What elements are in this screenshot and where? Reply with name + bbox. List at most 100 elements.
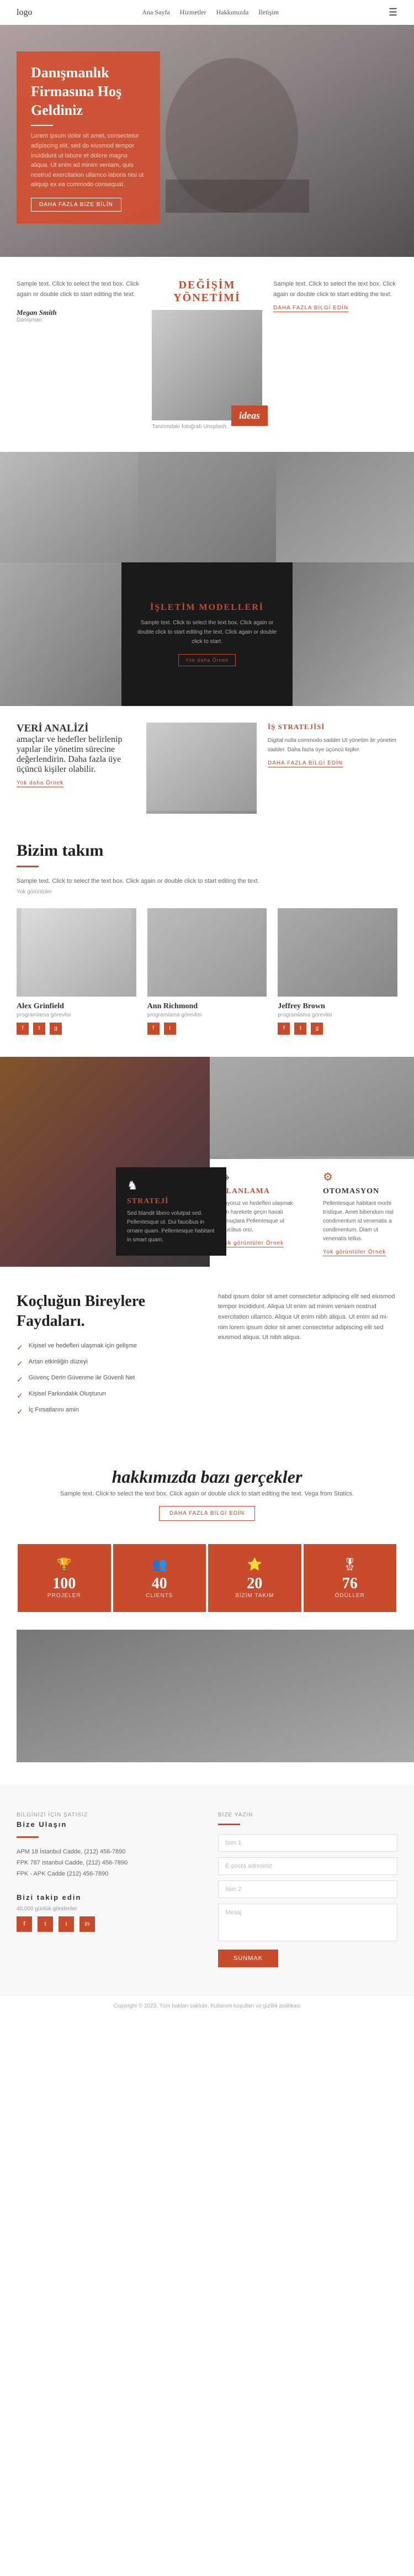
nav-hamburger[interactable]: ☰ xyxy=(389,7,397,18)
planning-icon: ◈ xyxy=(221,1170,301,1184)
business-models-section: İŞLETİM MODELLERİ Sample text. Click to … xyxy=(0,562,414,706)
our-team-section: Bizim takım Sample text. Click to select… xyxy=(0,819,414,1057)
chess-knight-icon: ♞ xyxy=(127,1178,215,1193)
twitter-icon-3[interactable]: t xyxy=(294,1023,306,1035)
planning-link[interactable]: Yok görüntüler Örnek xyxy=(221,1240,284,1247)
nav-home[interactable]: Ana Sayfa xyxy=(142,8,169,17)
automation-icon: ⚙ xyxy=(323,1170,403,1184)
contact-info: APM 18 İstanbul Cadde, (212) 456-7890FPK… xyxy=(17,1847,196,1879)
team-subtitle: Sample text. Click to select the text bo… xyxy=(17,876,397,887)
team-label: BİZİM TAKIM xyxy=(214,1593,296,1599)
strategy-btn[interactable]: DAHA FAZLA BİLGİ EDİN xyxy=(268,760,343,767)
phone-input[interactable] xyxy=(218,1880,397,1898)
checkmark-icon-5: ✓ xyxy=(17,1408,23,1417)
nav-contact[interactable]: İletişim xyxy=(258,8,279,17)
author-role: Danışman xyxy=(17,317,141,323)
data-analysis-title: VERİ ANALİZİ xyxy=(17,723,146,735)
team-member-3-social: f t g xyxy=(278,1023,397,1035)
footer-text: Copyright © 2023. Tüm hakları saklıdır. … xyxy=(17,2003,397,2009)
team-photo-2-img xyxy=(138,452,276,562)
automation-link[interactable]: Yok görüntüler Örnek xyxy=(323,1249,386,1256)
benefits-list: ✓ Kişisel ve hedefleri ulaşmak için geli… xyxy=(17,1342,196,1417)
stat-projects: 🏆 100 PROJELER xyxy=(18,1544,111,1612)
facts-section: hakkımızda bazı gerçekler Sample text. C… xyxy=(0,1445,414,1784)
benefit-text-5: İç Fırsatlarını amin xyxy=(29,1406,79,1413)
tc3-svg xyxy=(278,908,397,997)
biz-read-more[interactable]: Yok daha Örnek xyxy=(178,654,236,666)
hero-section: Danışmanlık Firmasına Hoş Geldiniz Lorem… xyxy=(0,25,414,257)
hero-text-box: Danışmanlık Firmasına Hoş Geldiniz Lorem… xyxy=(17,51,160,224)
biz-center: İŞLETİM MODELLERİ Sample text. Click to … xyxy=(121,562,293,706)
data-analysis-read-more[interactable]: Yok daha Örnek xyxy=(17,780,63,787)
twitter-social-icon[interactable]: t xyxy=(38,1916,53,1932)
strategy-left: ♞ STRATEJİ Sed blandit libero volutpat s… xyxy=(0,1057,210,1269)
facebook-social-icon[interactable]: f xyxy=(17,1916,32,1932)
navbar: logo Ana Sayfa Hizmetler Hakkımızda İlet… xyxy=(0,0,414,25)
twitter-icon-1[interactable]: t xyxy=(33,1023,45,1035)
team-photo-3 xyxy=(276,452,414,562)
benefits-title: Koçluğun Bireylere Faydaları. xyxy=(17,1292,196,1332)
benefit-text-2: Artan etkinliğin düzeyi xyxy=(29,1358,88,1365)
benefits-section: Koçluğun Bireylere Faydaları. ✓ Kişisel … xyxy=(0,1269,414,1445)
footer: Copyright © 2023. Tüm hakları saklıdır. … xyxy=(0,1995,414,2017)
facts-cta-button[interactable]: DAHA FAZLA BİLGİ EDİN xyxy=(159,1506,255,1521)
facebook-icon-2[interactable]: f xyxy=(147,1023,160,1035)
facebook-icon-3[interactable]: f xyxy=(278,1023,290,1035)
change-center: DEĞİŞİM YÖNETİMİ ideas Tanıtımdaki fotoğ… xyxy=(152,279,262,430)
team-card-2: Ann Richmond programlama görevlisi f t xyxy=(147,908,267,1035)
nav-about[interactable]: Hakkımızda xyxy=(216,8,249,17)
team-member-2-role: programlama görevlisi xyxy=(147,1012,267,1018)
clients-icon: 👥 xyxy=(119,1557,201,1572)
change-author: Megan Smith Danışman xyxy=(17,308,141,323)
linkedin-social-icon[interactable]: in xyxy=(79,1916,95,1932)
team-member-3-name: Jeffrey Brown xyxy=(278,1002,397,1011)
google-icon-1[interactable]: g xyxy=(50,1023,62,1035)
awards-number: 76 xyxy=(309,1575,391,1593)
facebook-icon-1[interactable]: f xyxy=(17,1023,29,1035)
benefits-right-text: habd ipsum dolor sit amet consectetur ad… xyxy=(218,1292,397,1343)
twitter-icon-2[interactable]: t xyxy=(164,1023,176,1035)
nav-services[interactable]: Hizmetler xyxy=(180,8,206,17)
strategy-box-title: STRATEJİ xyxy=(127,1197,215,1206)
email-input[interactable] xyxy=(218,1857,397,1875)
benefit-text-1: Kişisel ve hedefleri ulaşmak için gelişm… xyxy=(29,1342,137,1349)
team-member-1-social: f t g xyxy=(17,1023,136,1035)
benefit-item-5: ✓ İç Fırsatlarını amin xyxy=(17,1406,196,1417)
google-icon-3[interactable]: g xyxy=(311,1023,323,1035)
change-heading: DEĞİŞİM YÖNETİMİ xyxy=(152,279,262,304)
instagram-social-icon[interactable]: i xyxy=(59,1916,74,1932)
team-member-2-social: f t xyxy=(147,1023,267,1035)
tc2-svg xyxy=(147,908,267,997)
ideas-badge: ideas xyxy=(231,405,268,426)
stats-row: 🏆 100 PROJELER 👥 40 CLIENTS ⭐ 20 BİZİM T… xyxy=(17,1543,397,1613)
hero-cta-button[interactable]: DAHA FAZLA BIZE BİLİN xyxy=(31,198,121,212)
benefit-item-3: ✓ Güvenç Derin Güvenme ile Güvenli Net xyxy=(17,1374,196,1385)
biz-right-image xyxy=(293,562,414,706)
form-divider xyxy=(218,1824,240,1825)
facts-title: hakkımızda bazı gerçekler xyxy=(17,1467,397,1487)
benefit-item-1: ✓ Kişisel ve hedefleri ulaşmak için geli… xyxy=(17,1342,196,1353)
projects-label: PROJELER xyxy=(23,1593,105,1599)
contact-section: BİLGİNİZİ İÇİN ŞATISIZ Bize Ulaşın APM 1… xyxy=(0,1784,414,1995)
team-number: 20 xyxy=(214,1575,296,1593)
checkmark-icon-2: ✓ xyxy=(17,1360,23,1369)
change-left-text: Sample text. Click to select the text bo… xyxy=(17,279,141,299)
team-member-1-name: Alex Grinfield xyxy=(17,1002,136,1011)
team-photo-1 xyxy=(0,452,138,562)
change-management-section: Sample text. Click to select the text bo… xyxy=(0,257,414,452)
benefits-left: Koçluğun Bireylere Faydaları. ✓ Kişisel … xyxy=(17,1292,196,1423)
team-photo-1-img xyxy=(0,452,138,562)
contact-social: Bizi takip edin 40,000 günlük gönderiler… xyxy=(17,1893,196,1932)
name-input[interactable] xyxy=(218,1834,397,1852)
change-read-more[interactable]: DAHA FAZLA BİLGİ EDİN xyxy=(273,305,348,312)
projects-number: 100 xyxy=(23,1575,105,1593)
team-title: Bizim takım xyxy=(17,841,397,860)
checkmark-icon-3: ✓ xyxy=(17,1376,23,1385)
team-photo-2 xyxy=(138,452,276,562)
strategy-image xyxy=(146,723,257,814)
data-analysis-text: amaçlar ve hedefler belirlenip yapılar i… xyxy=(17,735,146,775)
automation-title: OTOMASYON xyxy=(323,1187,403,1196)
submit-button[interactable]: SUNMAK xyxy=(218,1950,278,1967)
message-input[interactable] xyxy=(218,1904,397,1941)
team-card-1-image xyxy=(17,908,136,997)
